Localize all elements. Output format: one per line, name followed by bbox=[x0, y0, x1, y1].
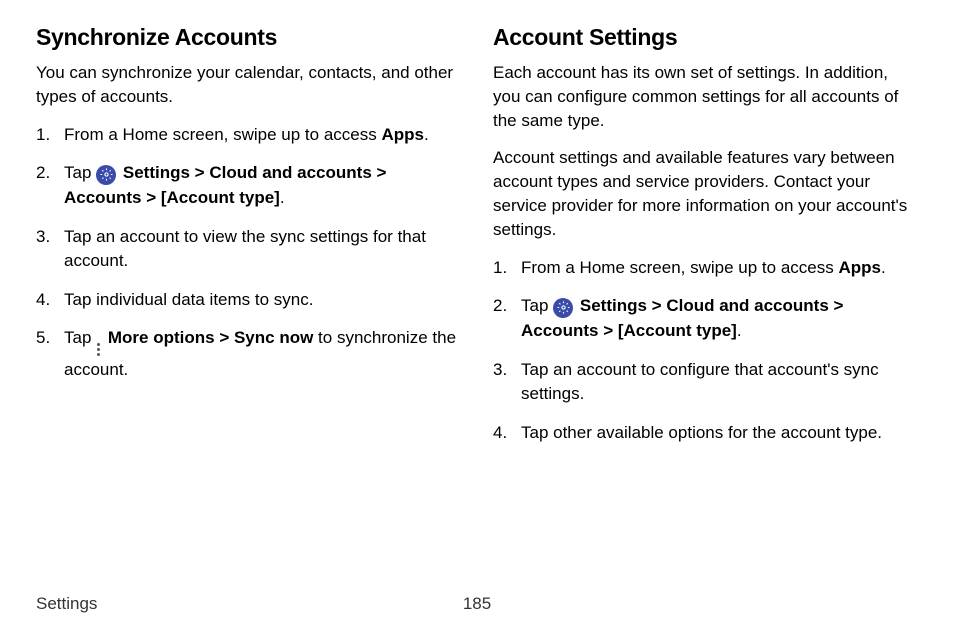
settings-step-2: Tap Settings > Cloud and accounts > Acco… bbox=[493, 294, 918, 343]
left-column: Synchronize Accounts You can synchronize… bbox=[36, 24, 461, 459]
sync-steps: From a Home screen, swipe up to access A… bbox=[36, 123, 461, 383]
settings-step-3: Tap an account to configure that account… bbox=[493, 358, 918, 407]
sync-step-1: From a Home screen, swipe up to access A… bbox=[36, 123, 461, 148]
settings-intro-1: Each account has its own set of settings… bbox=[493, 61, 918, 132]
settings-step-4: Tap other available options for the acco… bbox=[493, 421, 918, 446]
separator: > bbox=[190, 163, 209, 182]
apps-label: Apps bbox=[381, 125, 424, 144]
separator: > bbox=[141, 188, 160, 207]
step-text: From a Home screen, swipe up to access bbox=[521, 258, 838, 277]
cloud-label: Cloud and accounts bbox=[666, 296, 828, 315]
more-options-icon bbox=[97, 342, 100, 358]
step-text: . bbox=[424, 125, 429, 144]
separator: > bbox=[647, 296, 666, 315]
separator: > bbox=[598, 321, 617, 340]
settings-heading: Account Settings bbox=[493, 24, 918, 51]
more-options-label: More options bbox=[108, 328, 215, 347]
settings-label: Settings bbox=[123, 163, 190, 182]
settings-label: Settings bbox=[580, 296, 647, 315]
sync-heading: Synchronize Accounts bbox=[36, 24, 461, 51]
content-columns: Synchronize Accounts You can synchronize… bbox=[36, 24, 918, 459]
settings-step-1: From a Home screen, swipe up to access A… bbox=[493, 256, 918, 281]
settings-steps: From a Home screen, swipe up to access A… bbox=[493, 256, 918, 446]
settings-intro-2: Account settings and available features … bbox=[493, 146, 918, 241]
page-footer: Settings 185 bbox=[36, 594, 918, 614]
step-text: . bbox=[737, 321, 742, 340]
settings-gear-icon bbox=[553, 298, 573, 318]
sync-step-2: Tap Settings > Cloud and accounts > Acco… bbox=[36, 161, 461, 210]
right-column: Account Settings Each account has its ow… bbox=[493, 24, 918, 459]
sync-intro: You can synchronize your calendar, conta… bbox=[36, 61, 461, 109]
settings-gear-icon bbox=[96, 165, 116, 185]
cloud-label: Cloud and accounts bbox=[209, 163, 371, 182]
sync-step-4: Tap individual data items to sync. bbox=[36, 288, 461, 313]
step-text: . bbox=[280, 188, 285, 207]
step-text: Tap bbox=[64, 163, 96, 182]
account-type-label: [Account type] bbox=[618, 321, 737, 340]
accounts-label: Accounts bbox=[521, 321, 598, 340]
sync-now-label: Sync now bbox=[234, 328, 313, 347]
step-text: Tap bbox=[64, 328, 96, 347]
sync-step-3: Tap an account to view the sync settings… bbox=[36, 225, 461, 274]
step-text: From a Home screen, swipe up to access bbox=[64, 125, 381, 144]
separator: > bbox=[829, 296, 844, 315]
accounts-label: Accounts bbox=[64, 188, 141, 207]
footer-page-number: 185 bbox=[463, 594, 491, 614]
footer-section-label: Settings bbox=[36, 594, 97, 614]
account-type-label: [Account type] bbox=[161, 188, 280, 207]
separator: > bbox=[215, 328, 234, 347]
separator: > bbox=[372, 163, 387, 182]
apps-label: Apps bbox=[838, 258, 881, 277]
step-text: . bbox=[881, 258, 886, 277]
sync-step-5: Tap More options > Sync now to synchroni… bbox=[36, 326, 461, 382]
step-text: Tap bbox=[521, 296, 553, 315]
